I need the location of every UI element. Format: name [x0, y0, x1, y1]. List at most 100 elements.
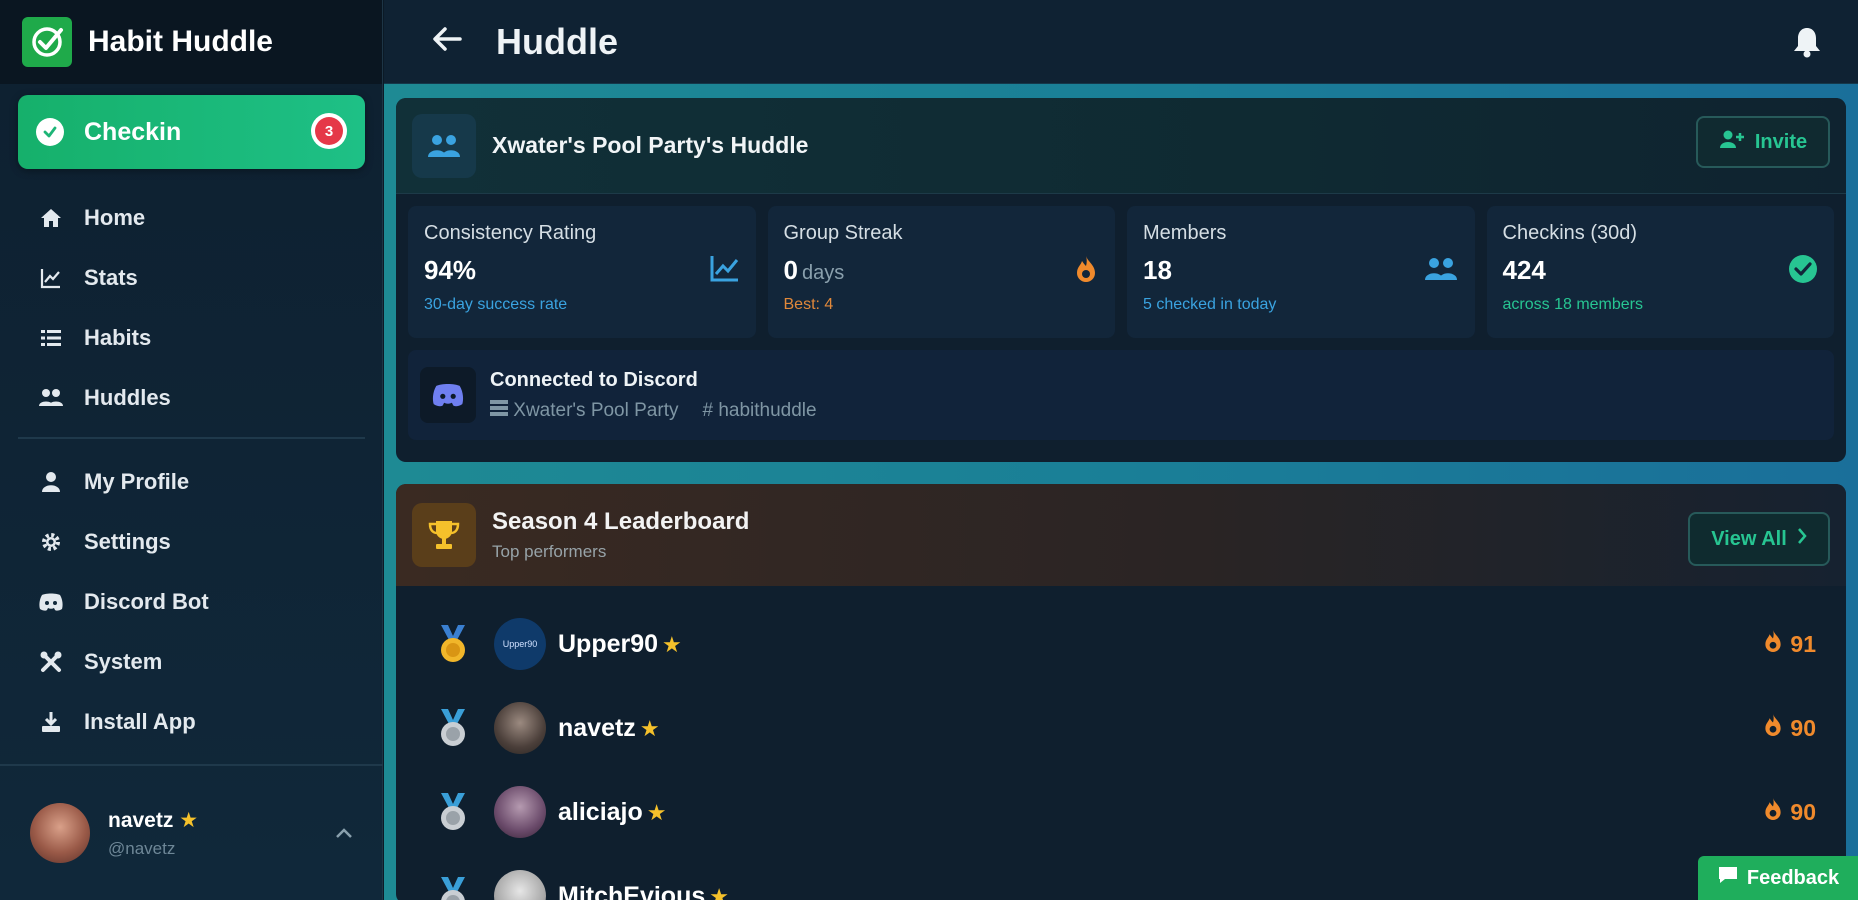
checkin-label: Checkin [84, 117, 182, 146]
stat-label: Group Streak [783, 222, 903, 244]
sidebar-item-label: System [84, 649, 163, 674]
chevron-up-icon[interactable] [335, 826, 353, 844]
sidebar-item-install-app[interactable]: Install App [0, 692, 383, 752]
leaderboard-row[interactable]: Upper90 Upper90 ★ 91 [396, 602, 1846, 686]
user-plus-icon [1719, 129, 1745, 155]
sidebar-item-label: Huddles [84, 385, 171, 410]
sidebar-item-system[interactable]: System [0, 632, 383, 692]
sidebar-item-label: Settings [84, 529, 171, 554]
member-score: 90 [1790, 714, 1816, 741]
star-icon: ★ [646, 799, 667, 825]
discord-icon [420, 367, 476, 423]
home-icon [38, 205, 64, 231]
view-all-button[interactable]: View All [1688, 512, 1830, 566]
avatar-text: Upper90 [502, 639, 538, 649]
feedback-label: Feedback [1746, 866, 1840, 889]
main-area: Huddle Xwater's Pool Party's Huddle Invi… [384, 0, 1858, 900]
content-area: Xwater's Pool Party's Huddle Invite Cons… [384, 84, 1858, 900]
checkin-count: 3 [315, 117, 343, 145]
stat-label: Checkins (30d) [1502, 222, 1638, 244]
tools-icon [38, 649, 64, 675]
avatar [494, 870, 546, 900]
profile-handle: @navetz [108, 838, 176, 858]
download-icon [38, 709, 64, 735]
stat-value: 424 [1502, 255, 1546, 285]
feedback-button[interactable]: Feedback [1698, 856, 1858, 900]
users-icon [38, 385, 64, 411]
logo-icon [22, 17, 72, 67]
leaderboard-title: Season 4 Leaderboard [492, 508, 750, 535]
nav-divider [18, 437, 365, 439]
leaderboard-list: Upper90 Upper90 ★ 91 navetz ★ 90 aliciaj… [396, 586, 1846, 900]
check-icon [36, 118, 64, 146]
sidebar-item-home[interactable]: Home [0, 188, 383, 248]
member-name: Upper90 [558, 629, 659, 658]
discord-connection[interactable]: Connected to Discord Xwater's Pool Party… [408, 350, 1834, 440]
stat-label: Members [1143, 222, 1227, 244]
discord-server: Xwater's Pool Party [513, 399, 679, 421]
huddle-name: Xwater's Pool Party's Huddle [492, 132, 809, 158]
sidebar: Habit Huddle Checkin 3 Home Stats Habits… [0, 0, 383, 900]
sidebar-item-stats[interactable]: Stats [0, 248, 383, 308]
sidebar-item-label: Home [84, 205, 146, 230]
star-icon: ★ [179, 808, 199, 832]
back-arrow-icon[interactable] [432, 26, 462, 57]
sidebar-item-huddles[interactable]: Huddles [0, 368, 383, 428]
leaderboard-header: Season 4 Leaderboard Top performers View… [396, 484, 1846, 586]
leaderboard-row[interactable]: MitchEvious ★ [396, 854, 1846, 900]
gold-medal-icon [434, 624, 472, 664]
user-profile-menu[interactable]: navetz ★ @navetz [0, 764, 383, 900]
flame-icon [1762, 712, 1784, 744]
stat-value: 94% [424, 255, 477, 285]
sidebar-item-my-profile[interactable]: My Profile [0, 452, 383, 512]
server-icon [490, 399, 513, 421]
invite-button[interactable]: Invite [1696, 116, 1830, 168]
silver-medal-icon [434, 708, 472, 748]
profile-name: navetz [108, 808, 174, 832]
gear-icon [38, 529, 64, 555]
primary-nav: Home Stats Habits Huddles [0, 188, 383, 428]
discord-channel: habithuddle [718, 399, 817, 421]
sidebar-item-label: My Profile [84, 469, 190, 494]
stat-value: 18 [1143, 255, 1172, 285]
flame-icon [1762, 796, 1784, 828]
sidebar-item-settings[interactable]: Settings [0, 512, 383, 572]
stat-sub: Best: 4 [783, 296, 834, 313]
leaderboard-subtitle: Top performers [492, 542, 607, 561]
top-bar: Huddle [384, 0, 1858, 84]
member-score: 90 [1790, 798, 1816, 825]
discord-icon [38, 589, 64, 615]
stat-sub: 5 checked in today [1143, 296, 1277, 313]
member-name: MitchEvious [558, 881, 706, 900]
stats-row: Consistency Rating 94% 30-day success ra… [396, 194, 1846, 338]
member-score: 91 [1790, 630, 1816, 657]
stat-group-streak: Group Streak 0 days Best: 4 [767, 206, 1115, 338]
stat-consistency: Consistency Rating 94% 30-day success ra… [408, 206, 756, 338]
user-icon [38, 469, 64, 495]
avatar: Upper90 [494, 618, 546, 670]
users-icon [412, 113, 476, 178]
trend-icon [710, 254, 740, 287]
sidebar-item-label: Stats [84, 265, 138, 290]
brand[interactable]: Habit Huddle [0, 0, 382, 84]
chat-icon [1717, 865, 1739, 891]
huddle-card: Xwater's Pool Party's Huddle Invite Cons… [396, 98, 1846, 462]
leaderboard-row[interactable]: aliciajo ★ 90 [396, 770, 1846, 854]
page-title: Huddle [496, 20, 618, 62]
flame-icon [1762, 628, 1784, 660]
stat-label: Consistency Rating [424, 222, 597, 244]
sidebar-item-discord-bot[interactable]: Discord Bot [0, 572, 383, 632]
checkin-count-badge: 3 [311, 113, 347, 149]
secondary-nav: My Profile Settings Discord Bot System I… [0, 452, 383, 752]
huddle-header: Xwater's Pool Party's Huddle Invite [396, 98, 1846, 194]
sidebar-item-label: Habits [84, 325, 152, 350]
view-all-label: View All [1711, 527, 1787, 550]
check-circle-icon [1788, 254, 1818, 289]
bell-icon[interactable] [1792, 26, 1822, 63]
sidebar-item-habits[interactable]: Habits [0, 308, 383, 368]
sidebar-item-label: Install App [84, 709, 196, 734]
leaderboard-row[interactable]: navetz ★ 90 [396, 686, 1846, 770]
trophy-icon [412, 503, 476, 567]
checkin-button[interactable]: Checkin 3 [18, 95, 365, 169]
silver-medal-icon [434, 792, 472, 832]
